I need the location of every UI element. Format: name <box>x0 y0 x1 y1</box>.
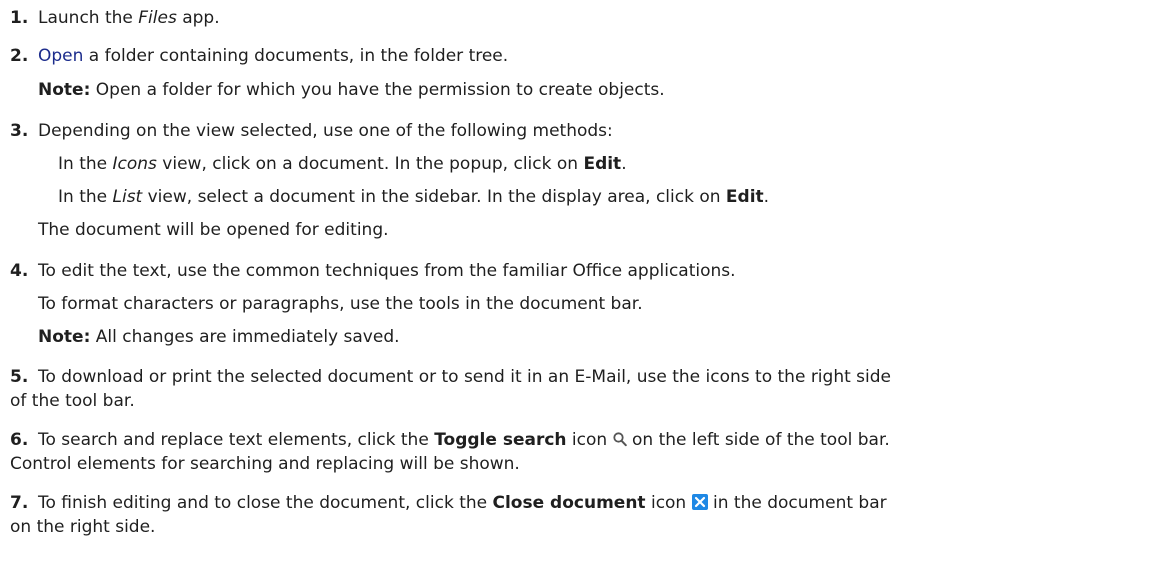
open-link[interactable]: Open <box>38 46 83 66</box>
method-list-view: In the List view, select a document in t… <box>58 187 770 207</box>
step-text: Launch the Files app. <box>38 8 220 28</box>
step-text-cont: Control elements for searching and repla… <box>10 454 520 474</box>
note-label: Note: <box>38 80 91 100</box>
note: Note: All changes are immediately saved. <box>38 327 400 347</box>
step-result: The document will be opened for editing. <box>38 220 389 240</box>
note: Note: Open a folder for which you have t… <box>38 80 665 100</box>
close-document-label: Close document <box>492 493 646 513</box>
step-text: To search and replace text elements, cli… <box>38 430 890 452</box>
note-label: Note: <box>38 327 91 347</box>
magnifier-icon <box>612 432 627 452</box>
step-number: 7. <box>10 493 29 513</box>
app-name: Files <box>138 8 177 28</box>
step-number: 5. <box>10 367 29 387</box>
step-text: To download or print the selected docume… <box>38 367 891 387</box>
toggle-search-label: Toggle search <box>434 430 567 450</box>
step-text-2: To format characters or paragraphs, use … <box>38 294 643 314</box>
step-text: To finish editing and to close the docum… <box>38 493 887 515</box>
step-number: 2. <box>10 46 29 66</box>
step-number: 4. <box>10 261 29 281</box>
step-text-cont: of the tool bar. <box>10 391 135 411</box>
step-number: 1. <box>10 8 29 28</box>
step-number: 3. <box>10 121 29 141</box>
step-text: Open a folder containing documents, in t… <box>38 46 509 66</box>
close-x-icon <box>691 494 708 515</box>
method-icons-view: In the Icons view, click on a document. … <box>58 154 627 174</box>
step-text: Depending on the view selected, use one … <box>38 121 613 141</box>
step-text: To edit the text, use the common techniq… <box>38 261 736 281</box>
step-text-cont: on the right side. <box>10 517 156 537</box>
step-number: 6. <box>10 430 29 450</box>
